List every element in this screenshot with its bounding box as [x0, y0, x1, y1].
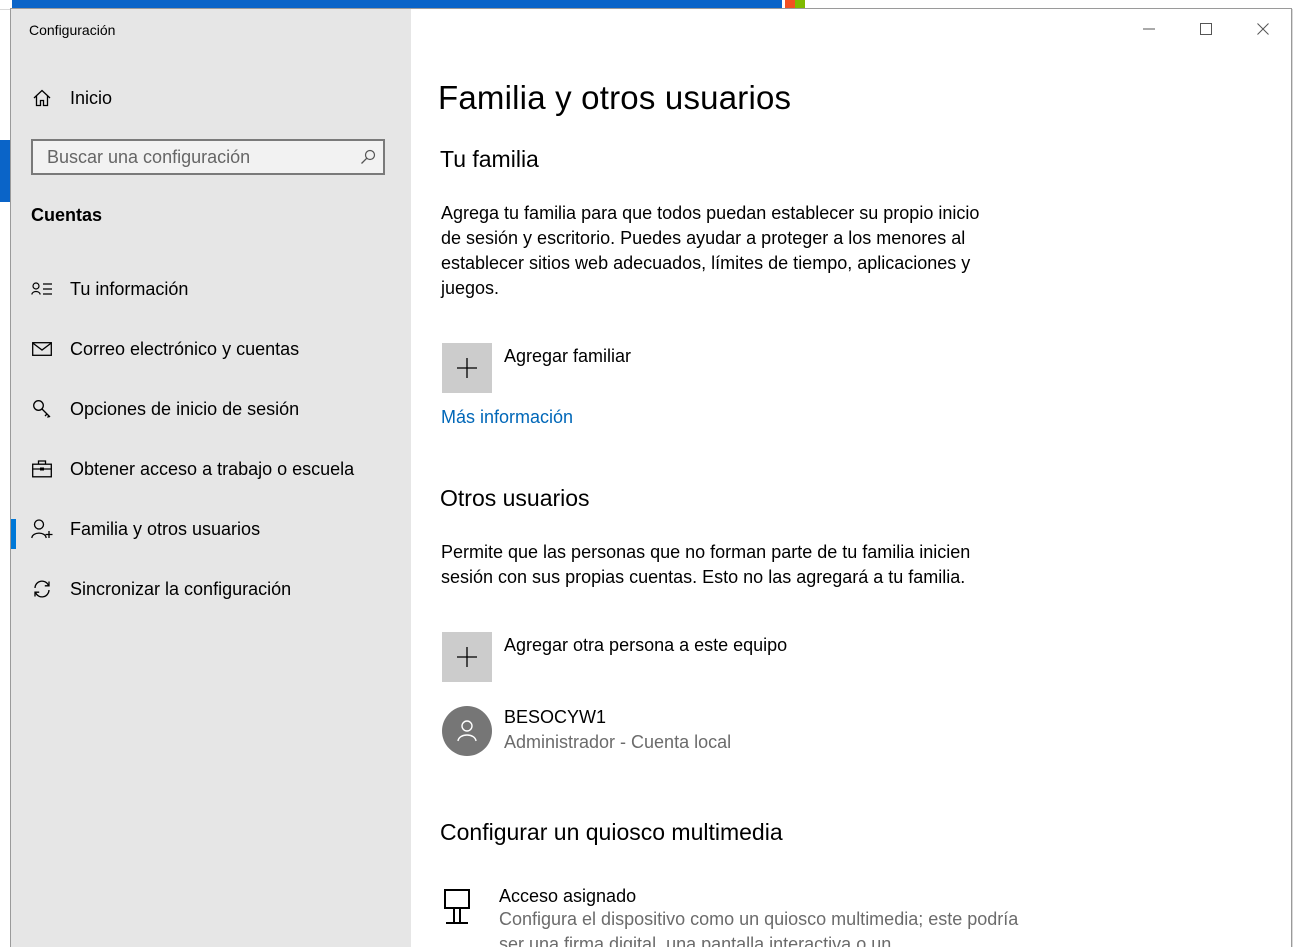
sidebar-item-label: Familia y otros usuarios: [70, 518, 261, 539]
sidebar-item-label: Correo electrónico y cuentas: [70, 338, 300, 359]
sidebar-item-label: Tu información: [70, 278, 189, 299]
user-account-item[interactable]: BESOCYW1 Administrador - Cuenta local: [442, 706, 731, 756]
add-family-member-label: Agregar familiar: [504, 346, 632, 366]
plus-icon: [442, 343, 492, 393]
kiosk-heading: Configurar un quiosco multimedia: [440, 819, 783, 845]
family-description: Agrega tu familia para que todos puedan …: [441, 203, 980, 298]
maximize-button[interactable]: [1177, 9, 1234, 49]
sidebar-item-trabajo-escuela[interactable]: Obtener acceso a trabajo o escuela: [11, 439, 411, 499]
sidebar-item-tu-informacion[interactable]: Tu información: [11, 259, 411, 319]
assigned-access-item[interactable]: Acceso asignado Configura el dispositivo…: [440, 886, 1019, 947]
add-family-member-button[interactable]: Agregar familiar: [442, 343, 631, 393]
home-icon: [31, 87, 53, 109]
sidebar-item-sincronizar[interactable]: Sincronizar la configuración: [11, 559, 411, 619]
kiosk-text: Acceso asignado Configura el dispositivo…: [499, 886, 1019, 947]
close-icon: [1256, 23, 1269, 35]
add-other-person-label: Agregar otra persona a este equipo: [504, 635, 788, 655]
sidebar-item-correo[interactable]: Correo electrónico y cuentas: [11, 319, 411, 379]
add-other-person-button[interactable]: Agregar otra persona a este equipo: [442, 632, 787, 682]
key-icon: [31, 398, 53, 420]
sidebar-item-familia[interactable]: Familia y otros usuarios: [11, 499, 411, 559]
add-person-icon: [31, 518, 53, 540]
sidebar-nav: Tu información Correo electrónico y cuen…: [11, 259, 411, 619]
assigned-access-description: Configura el dispositivo como un quiosco…: [499, 909, 1019, 947]
maximize-icon: [1199, 23, 1212, 35]
background-microsoft-logo: [785, 0, 805, 9]
search-input[interactable]: [33, 146, 353, 168]
mail-icon: [31, 338, 53, 360]
minimize-button[interactable]: [1120, 9, 1177, 49]
app-title: Configuración: [29, 22, 116, 38]
sidebar-item-label: Obtener acceso a trabajo o escuela: [70, 458, 355, 479]
home-label: Inicio: [70, 87, 113, 108]
user-info-icon: [31, 278, 53, 300]
user-text: BESOCYW1 Administrador - Cuenta local: [504, 706, 731, 753]
window-caption-buttons: [1120, 9, 1291, 49]
background-window-titlebar: [12, 0, 782, 9]
briefcase-icon: [31, 458, 53, 480]
user-name: BESOCYW1: [504, 707, 607, 727]
page-title: Familia y otros usuarios: [438, 79, 792, 116]
kiosk-icon: [440, 886, 490, 939]
settings-window: Configuración Inicio Cuentas Tu informac…: [11, 9, 1291, 947]
minimize-icon: [1142, 28, 1155, 30]
section-label: Cuentas: [31, 205, 103, 225]
close-button[interactable]: [1234, 9, 1291, 49]
avatar: [442, 706, 492, 756]
search-box[interactable]: [31, 139, 385, 175]
assigned-access-title: Acceso asignado: [499, 886, 637, 906]
other-users-heading: Otros usuarios: [440, 485, 590, 511]
sidebar-item-inicio-sesion[interactable]: Opciones de inicio de sesión: [11, 379, 411, 439]
sidebar-item-label: Opciones de inicio de sesión: [70, 398, 300, 419]
other-users-description: Permite que las personas que no forman p…: [441, 542, 971, 587]
main-content: Familia y otros usuarios Tu familia Agre…: [411, 9, 1291, 947]
family-heading: Tu familia: [440, 146, 539, 172]
home-nav-item[interactable]: Inicio: [31, 87, 112, 109]
user-account-type: Administrador - Cuenta local: [504, 732, 732, 752]
sidebar: Configuración Inicio Cuentas Tu informac…: [11, 9, 411, 947]
sidebar-item-label: Sincronizar la configuración: [70, 578, 292, 599]
background-window-right: [1292, 9, 1306, 947]
more-info-link[interactable]: Más información: [441, 407, 573, 428]
background-window-edge: [0, 140, 11, 202]
sync-icon: [31, 578, 53, 600]
search-icon[interactable]: [353, 149, 383, 165]
plus-icon: [442, 632, 492, 682]
